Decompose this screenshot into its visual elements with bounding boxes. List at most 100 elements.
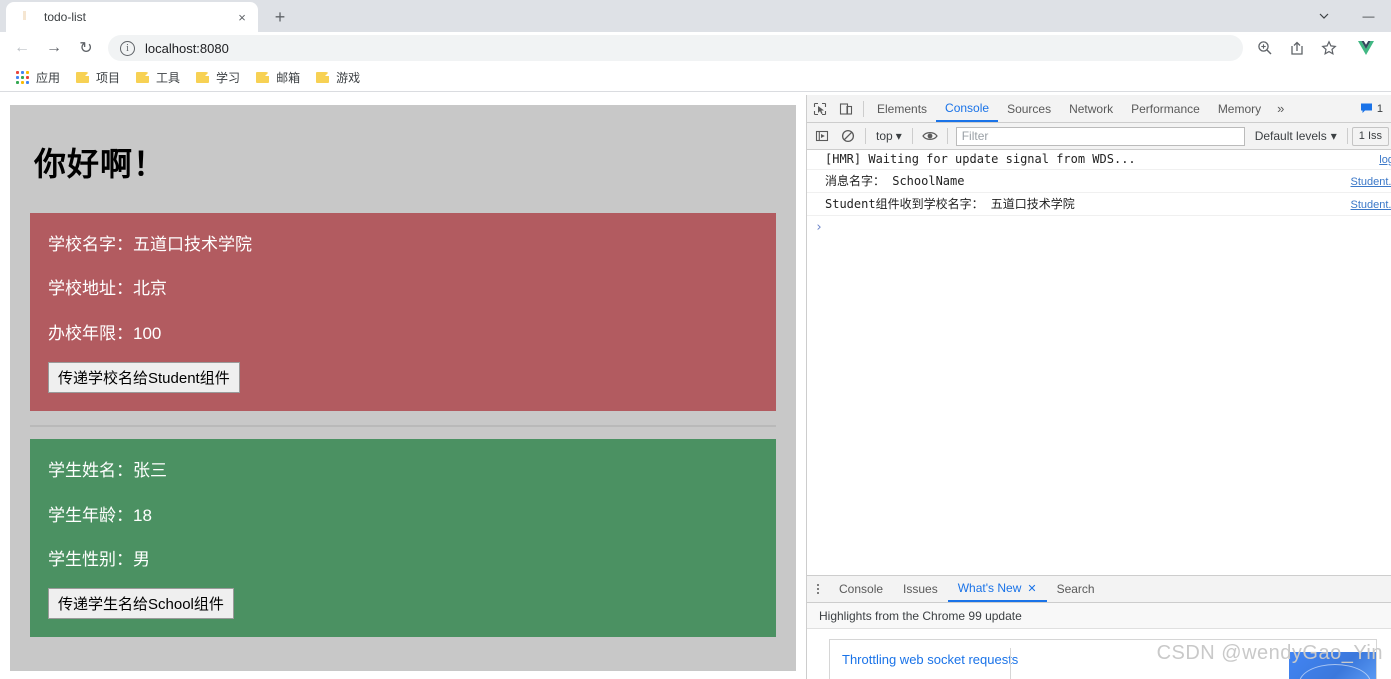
filter-input[interactable]: Filter [955,126,1245,146]
execution-context-select[interactable]: top ▾ [870,129,908,143]
bookmark-label: 学习 [216,71,241,85]
drawer-tab-whats-new[interactable]: What's New ✕ [947,576,1047,602]
school-name-row: 学校名字：五道口技术学院 [48,235,758,255]
share-icon[interactable] [1284,35,1310,61]
student-name-row: 学生姓名：张三 [48,461,758,481]
bookmark-star-icon[interactable] [1316,35,1342,61]
drawer-tab-label: Console [839,582,884,596]
drawer-tab-label: What's New [957,581,1022,595]
drawer-tab-console[interactable]: Console [829,576,893,602]
school-address-value: 北京 [133,279,167,299]
student-gender-row: 学生性别：男 [48,550,758,570]
bookmark-label: 游戏 [336,71,361,85]
drawer-tabbar: Console Issues What's New ✕ Search [807,576,1391,603]
folder-icon [256,72,270,83]
page-viewport: 你好啊！ 学校名字：五道口技术学院 学校地址：北京 办校年限：100 传递学校名… [0,95,806,679]
filterbar-divider-3 [946,128,948,144]
bookmark-label: 工具 [156,71,181,85]
bookmark-folder-3[interactable]: 学习 [188,67,248,89]
browser-toolbar: ← → ↻ i localhost:8080 [0,32,1391,64]
more-options-icon[interactable] [807,584,829,594]
message-count-badge[interactable]: 1 [1354,100,1389,117]
drawer-tab-search[interactable]: Search [1047,576,1105,602]
filterbar-divider-1 [865,128,866,144]
send-school-name-button[interactable]: 传递学校名给Student组件 [48,362,240,394]
tab-strip: todo-list × + — [0,0,1391,32]
back-icon[interactable]: ← [8,34,36,62]
issues-badge[interactable]: 1 Iss [1351,126,1389,146]
bookmark-folder-2[interactable]: 工具 [128,67,188,89]
toolbar-divider [863,100,864,117]
execution-context-value: top [876,129,893,143]
school-years-row: 办校年限：100 [48,324,758,344]
bookmark-label: 应用 [36,71,61,85]
browser-window: todo-list × + — ← → ↻ i localhost:8080 应… [0,0,1391,679]
send-student-name-button[interactable]: 传递学生名给School组件 [48,588,234,620]
forward-icon[interactable]: → [40,34,68,62]
tab-network[interactable]: Network [1060,95,1122,122]
whats-new-body: Throttling web socket requests [807,629,1391,679]
tab-memory[interactable]: Memory [1209,95,1270,122]
vue-devtools-icon[interactable] [1353,35,1379,61]
bookmark-label: 邮箱 [276,71,301,85]
student-name-value: 张三 [133,461,167,481]
folder-icon [316,72,330,83]
folder-icon [136,72,150,83]
log-levels-select[interactable]: Default levels ▾ [1249,129,1343,143]
new-tab-button[interactable]: + [266,3,294,31]
minimize-button[interactable]: — [1346,0,1391,32]
whats-new-item[interactable]: Throttling web socket requests [829,639,1377,679]
bookmark-apps[interactable]: 应用 [8,67,68,89]
bookmark-label: 项目 [96,71,121,85]
school-years-label: 办校年限： [48,323,133,343]
student-gender-value: 男 [133,549,150,569]
console-source-link[interactable]: Student.v [1351,176,1391,188]
tab-performance[interactable]: Performance [1122,95,1209,122]
console-row: 消息名字： SchoolName Student.v [807,170,1391,193]
inspect-element-icon[interactable] [807,96,833,122]
bookmark-folder-4[interactable]: 邮箱 [248,67,308,89]
log-levels-value: Default levels [1254,129,1327,143]
chevron-down-icon[interactable] [1301,0,1346,32]
clear-console-icon[interactable] [835,123,861,149]
console-output[interactable]: [HMR] Waiting for update signal from WDS… [807,150,1391,575]
zoom-icon[interactable] [1252,35,1278,61]
whats-new-thumbnail [1289,652,1376,679]
console-source-link[interactable]: Student.v [1351,199,1391,211]
bookmark-folder-1[interactable]: 项目 [68,67,128,89]
filter-placeholder: Filter [961,129,989,143]
page-title: 你好啊！ [34,146,167,182]
student-age-row: 学生年龄：18 [48,506,758,526]
drawer-tab-label: Issues [903,582,938,596]
tab-title: todo-list [44,10,87,24]
close-icon[interactable]: × [234,9,250,25]
chevron-down-icon: ▾ [1330,129,1337,143]
site-info-icon[interactable]: i [120,40,135,56]
tab-console[interactable]: Console [936,95,999,122]
tab-elements[interactable]: Elements [868,95,936,122]
whats-new-link[interactable]: Throttling web socket requests [842,652,1018,667]
school-name-label: 学校名字： [48,235,133,254]
message-count: 1 [1376,102,1383,115]
student-age-label: 学生年龄： [48,505,133,525]
drawer-tab-issues[interactable]: Issues [893,576,948,602]
tab-sources[interactable]: Sources [998,95,1060,122]
reload-icon[interactable]: ↻ [72,34,100,62]
filterbar-divider-2 [911,128,913,144]
more-tabs-icon[interactable]: » [1270,101,1291,116]
execute-script-icon[interactable] [809,123,835,149]
folder-icon [76,72,90,83]
school-component-panel: 学校名字：五道口技术学院 学校地址：北京 办校年限：100 传递学校名给Stud… [30,213,776,412]
console-source-link[interactable]: log. [1379,154,1391,166]
bookmark-folder-5[interactable]: 游戏 [308,67,368,89]
devtools-panel: Elements Console Sources Network Perform… [806,95,1391,679]
devtools-tabbar-right: 1 [1354,100,1391,117]
browser-tab-todo-list[interactable]: todo-list × [6,2,258,32]
close-icon[interactable]: ✕ [1027,582,1036,595]
console-filter-bar: top ▾ Filter Default levels ▾ 1 Iss [807,123,1391,150]
console-prompt[interactable]: › [807,216,1391,239]
live-expression-eye-icon[interactable] [917,123,943,149]
device-toolbar-icon[interactable] [833,96,859,122]
address-bar[interactable]: i localhost:8080 [108,35,1243,61]
student-gender-label: 学生性别： [48,549,133,569]
